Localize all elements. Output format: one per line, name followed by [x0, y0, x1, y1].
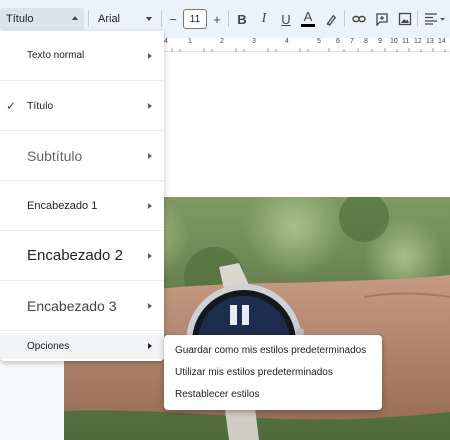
italic-icon: I — [261, 11, 267, 26]
insert-image-button[interactable] — [395, 9, 415, 29]
paragraph-style-value: Título — [6, 13, 34, 25]
italic-button[interactable]: I — [254, 9, 274, 29]
menu-item-label: Subtítulo — [27, 147, 83, 164]
horizontal-ruler: 4 1 2 3 4 5 6 7 8 9 10 11 12 13 14 — [164, 38, 450, 52]
paragraph-style-select[interactable]: Título — [0, 8, 84, 30]
toolbar-divider — [161, 11, 162, 27]
font-size-input[interactable]: 11 — [183, 9, 207, 29]
menu-item-label: Texto normal — [27, 50, 85, 61]
menu-item-heading-3[interactable]: Encabezado 3 — [0, 281, 164, 331]
menu-item-heading-2[interactable]: Encabezado 2 — [0, 231, 164, 281]
menu-item-label: Encabezado 3 — [27, 297, 117, 314]
submenu-item-save-default-styles[interactable]: Guardar como mis estilos predeterminados — [175, 345, 366, 356]
increase-font-size-button[interactable]: + — [207, 9, 227, 29]
image-icon — [398, 12, 412, 26]
document-page[interactable] — [164, 52, 450, 197]
underline-button[interactable]: U — [276, 9, 296, 29]
underline-icon: U — [281, 11, 291, 27]
options-submenu: Guardar como mis estilos predeterminados… — [164, 335, 382, 410]
ruler-ticks — [171, 48, 446, 52]
toolbar-divider — [417, 11, 418, 27]
plus-icon: + — [213, 11, 221, 27]
chevron-down-icon — [146, 17, 152, 21]
chevron-right-icon — [148, 302, 152, 309]
bold-icon: B — [237, 11, 247, 27]
text-color-button[interactable]: A — [298, 9, 318, 29]
menu-item-subtitle[interactable]: Subtítulo — [0, 131, 164, 181]
highlight-button[interactable] — [321, 9, 341, 29]
font-family-select[interactable]: Arial — [94, 8, 156, 30]
bold-button[interactable]: B — [232, 9, 252, 29]
paragraph-style-menu: Texto normal ✓ Título Subtítulo Encabeza… — [0, 31, 164, 361]
chevron-right-icon — [148, 102, 152, 109]
submenu-item-reset-styles[interactable]: Restablecer estilos — [175, 389, 259, 400]
insert-link-button[interactable] — [349, 9, 369, 29]
chevron-right-icon — [148, 343, 152, 349]
text-color-bar — [301, 24, 315, 27]
align-button[interactable] — [421, 9, 449, 29]
menu-item-options[interactable]: Opciones — [0, 333, 164, 359]
menu-item-heading-1[interactable]: Encabezado 1 — [0, 181, 164, 231]
chevron-right-icon — [148, 52, 152, 59]
checkmark-icon: ✓ — [6, 98, 17, 113]
submenu-item-use-default-styles[interactable]: Utilizar mis estilos predeterminados — [175, 367, 333, 378]
menu-item-normal-text[interactable]: Texto normal — [0, 31, 164, 81]
toolbar-divider — [88, 11, 89, 27]
chevron-right-icon — [148, 252, 152, 259]
menu-item-title[interactable]: ✓ Título — [0, 81, 164, 131]
align-left-icon — [425, 13, 445, 25]
add-comment-icon — [376, 13, 388, 26]
font-size-value: 11 — [189, 13, 201, 25]
chevron-up-icon — [72, 16, 78, 20]
menu-item-label: Opciones — [27, 340, 70, 352]
chevron-right-icon — [148, 152, 152, 159]
link-icon — [352, 15, 366, 23]
chevron-right-icon — [148, 202, 152, 209]
text-color-icon: A — [303, 9, 313, 24]
add-comment-button[interactable] — [372, 9, 392, 29]
decrease-font-size-button[interactable]: − — [163, 9, 183, 29]
toolbar-divider — [344, 11, 345, 27]
minus-icon: − — [169, 11, 177, 27]
menu-item-label: Título — [27, 99, 54, 112]
menu-item-label: Encabezado 2 — [27, 247, 123, 264]
highlighter-icon — [326, 14, 336, 26]
toolbar-divider — [228, 11, 229, 27]
font-family-value: Arial — [98, 13, 121, 25]
menu-item-label: Encabezado 1 — [27, 199, 98, 212]
